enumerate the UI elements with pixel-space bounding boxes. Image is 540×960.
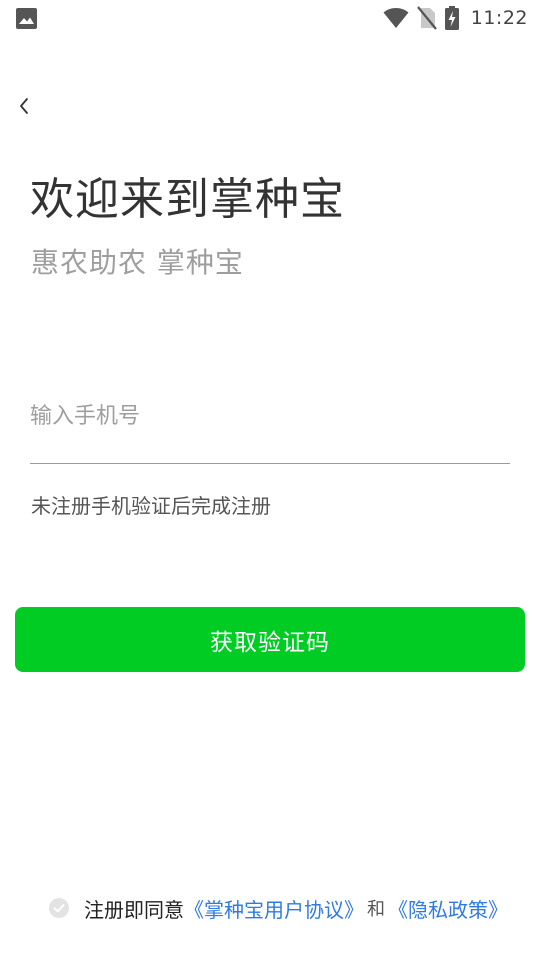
page-subtitle: 惠农助农 掌种宝 [31,246,244,279]
phone-input-underline [30,463,510,464]
back-button[interactable] [10,92,38,120]
agreement-and: 和 [367,899,385,920]
page-title: 欢迎来到掌种宝 [30,174,345,225]
chevron-left-icon [20,98,28,114]
get-code-button[interactable]: 获取验证码 [15,607,525,672]
privacy-policy-link[interactable]: 《隐私政策》 [388,894,508,923]
agreement-row: 注册即同意 《掌种宝用户协议》 和 《隐私政策》 [48,893,508,923]
user-agreement-link[interactable]: 《掌种宝用户协议》 [184,894,364,923]
status-icons: 11:22 [383,5,528,31]
status-bar: 11:22 [0,0,540,36]
login-screen: 11:22 欢迎来到掌种宝 惠农助农 掌种宝 未注册手机验证后完成注册 获取验证… [0,0,540,960]
wifi-icon [383,8,409,28]
phone-input[interactable] [30,388,510,444]
agreement-prefix: 注册即同意 [84,897,184,922]
no-sim-icon [416,6,437,30]
battery-charging-icon [444,6,459,30]
check-circle-icon[interactable] [48,897,70,919]
status-time: 11:22 [470,7,528,29]
image-icon [16,8,37,29]
register-hint: 未注册手机验证后完成注册 [31,494,271,518]
